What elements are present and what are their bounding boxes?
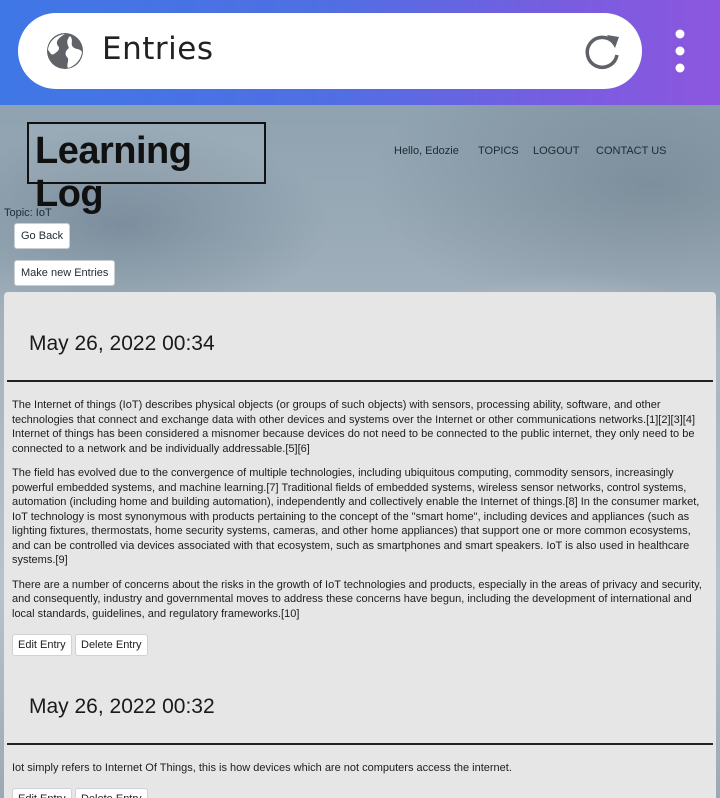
topic-label: Topic: IoT [4,207,52,219]
reload-icon[interactable] [583,31,623,71]
new-entry-button[interactable]: Make new Entries [14,260,116,286]
nav-topics-link[interactable]: TOPICS [478,145,519,157]
go-back-button[interactable]: Go Back [14,223,71,249]
globe-icon [46,32,84,70]
entries-panel: May 26, 2022 00:34 The Internet of thing… [4,292,716,798]
entry-body: Iot simply refers to Internet Of Things,… [12,761,708,786]
entry-paragraph: The Internet of things (IoT) describes p… [12,399,695,455]
site-logo[interactable]: Learning Log [27,122,266,215]
delete-entry-button[interactable]: Delete Entry [75,788,148,798]
kebab-menu-icon[interactable] [670,28,690,76]
delete-entry-button[interactable]: Delete Entry [75,634,148,656]
browser-toolbar: Entries [0,0,720,105]
address-bar[interactable]: Entries [18,13,642,89]
logo-text: Learning Log [35,130,192,215]
page-content: Learning Log Hello, Edozie TOPICS LOGOUT… [0,105,720,798]
entry-body: The Internet of things (IoT) describes p… [12,398,708,631]
greeting: Hello, Edozie [394,145,459,157]
nav-contact-link[interactable]: CONTACT US [596,145,667,157]
entry-paragraph: There are a number of concerns about the… [12,578,702,620]
entry-date: May 26, 2022 00:32 [29,695,215,718]
edit-entry-button[interactable]: Edit Entry [12,788,72,798]
entry-divider [7,743,713,745]
entry-paragraph: Iot simply refers to Internet Of Things,… [12,762,512,774]
page-title: Entries [102,31,214,67]
nav-logout-link[interactable]: LOGOUT [533,145,579,157]
entry-date: May 26, 2022 00:34 [29,332,215,355]
entry-paragraph: The field has evolved due to the converg… [12,467,700,566]
edit-entry-button[interactable]: Edit Entry [12,634,72,656]
entry-divider [7,380,713,382]
